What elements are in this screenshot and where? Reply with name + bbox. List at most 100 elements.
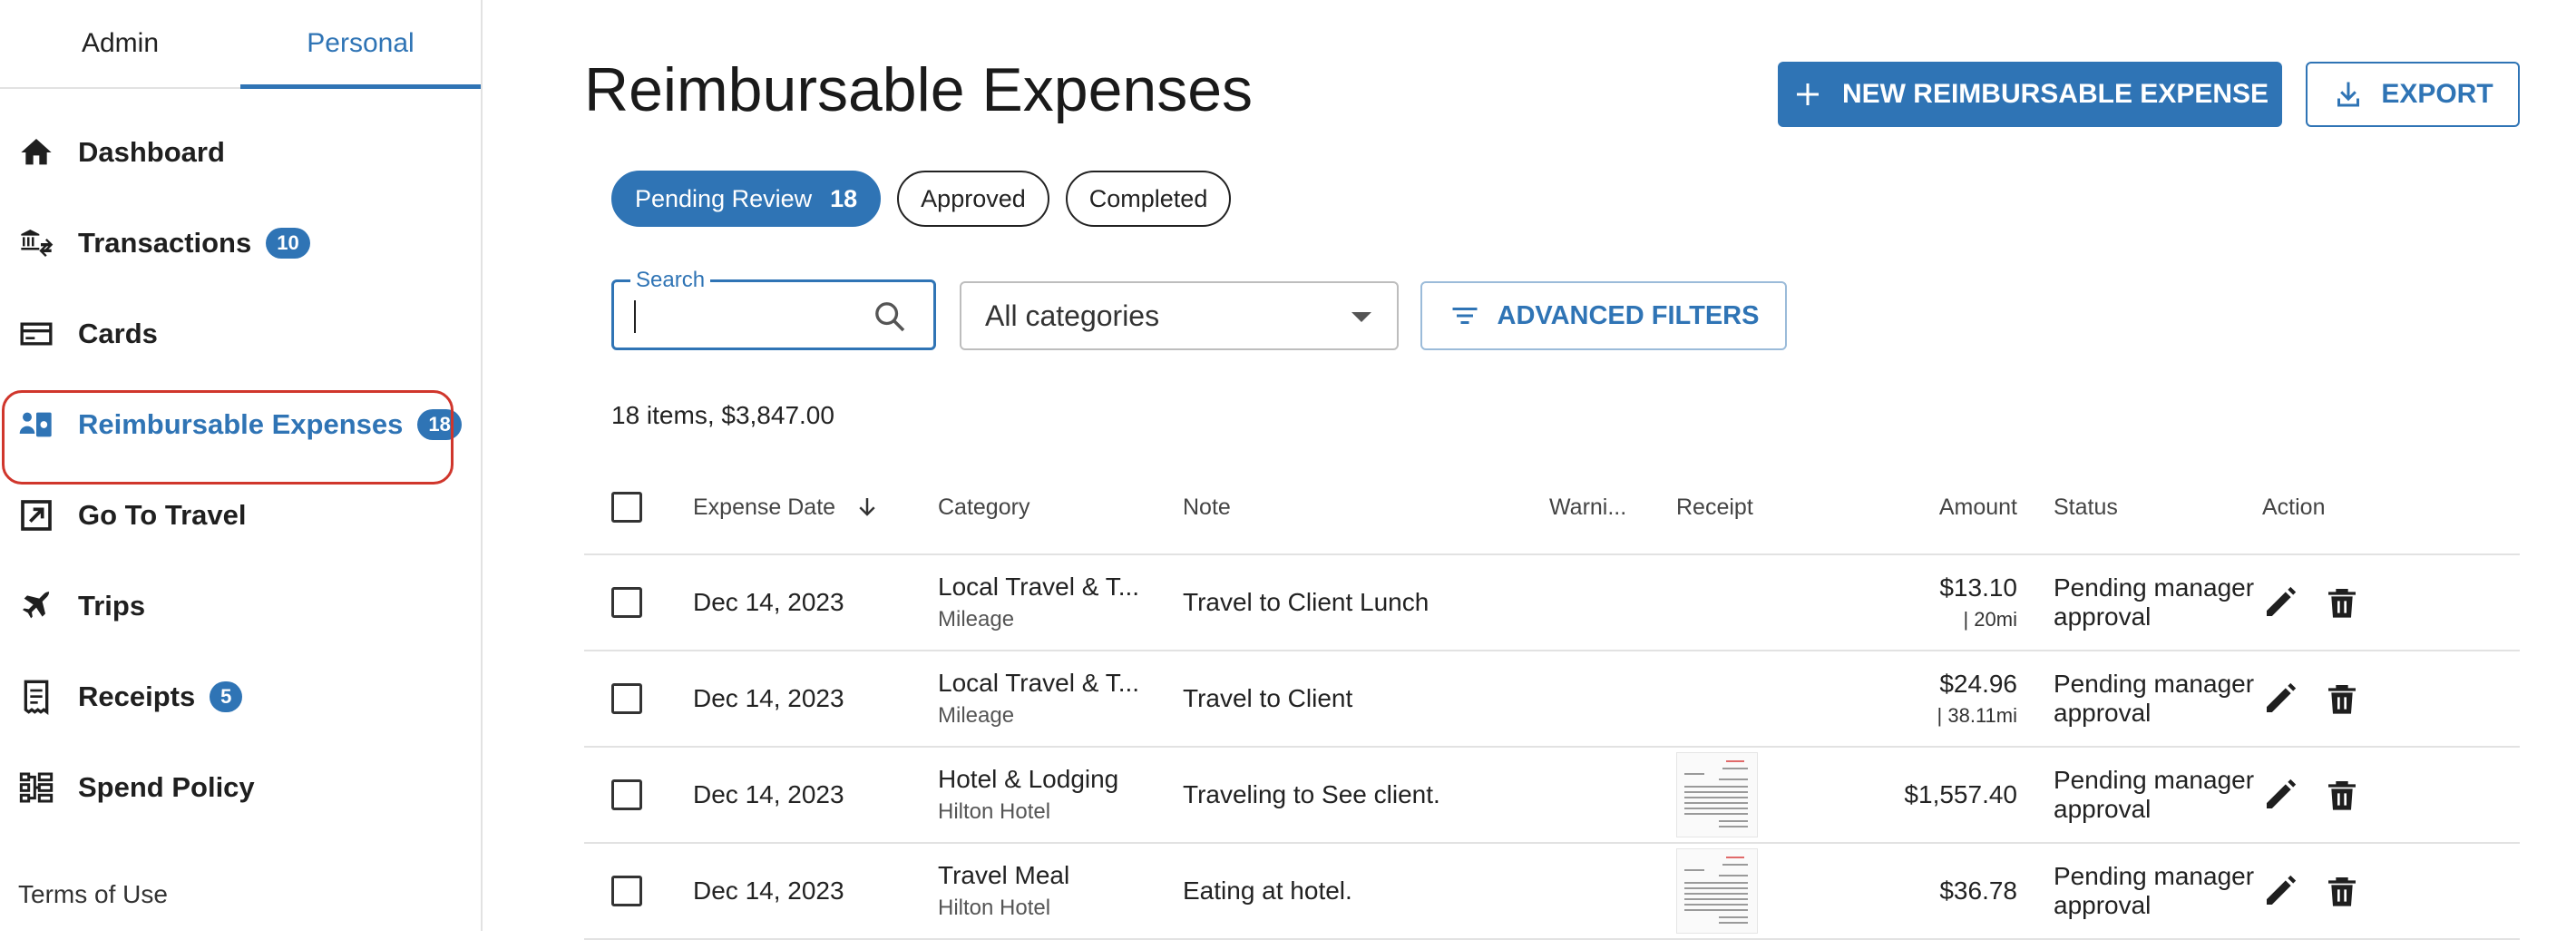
- home-icon: [18, 134, 54, 171]
- amount-value: $1,557.40: [1904, 780, 2017, 808]
- trash-icon[interactable]: [2324, 681, 2360, 717]
- arrow-down-icon[interactable]: [854, 494, 881, 521]
- mileage-value: | 38.11mi: [1937, 704, 2017, 727]
- sidebar-item-label: Transactions: [78, 227, 252, 259]
- policy-icon: [18, 769, 54, 806]
- tab-admin[interactable]: Admin: [0, 0, 240, 87]
- row-category: Hotel & Lodging Hilton Hotel: [938, 765, 1183, 825]
- category-select[interactable]: All categories: [960, 281, 1399, 350]
- row-select-cell: [584, 683, 693, 714]
- receipt-line: [1684, 797, 1748, 798]
- row-checkbox[interactable]: [611, 683, 642, 714]
- sidebar-item-dashboard[interactable]: Dashboard: [0, 107, 481, 198]
- terms-of-use-link[interactable]: Terms of Use: [18, 880, 168, 909]
- new-expense-label: NEW REIMBURSABLE EXPENSE: [1841, 79, 2269, 109]
- status-line: Pending manager: [2054, 766, 2255, 794]
- column-receipt[interactable]: Receipt: [1676, 494, 1821, 521]
- sidebar: Admin Personal Dashboard Transactions 10: [0, 0, 483, 931]
- column-category[interactable]: Category: [938, 494, 1183, 521]
- chip-completed[interactable]: Completed: [1065, 171, 1232, 227]
- table-row[interactable]: Dec 14, 2023 Local Travel & T... Mileage…: [584, 555, 2520, 651]
- receipt-line: [1684, 786, 1748, 788]
- sidebar-item-trips[interactable]: Trips: [0, 561, 481, 651]
- status-line: approval: [2054, 795, 2152, 823]
- status-line: Pending manager: [2054, 573, 2255, 602]
- external-link-icon: [18, 497, 54, 534]
- row-amount: $36.78: [1821, 876, 2017, 906]
- table-row[interactable]: Dec 14, 2023 Local Travel & T... Mileage…: [584, 651, 2520, 748]
- search-icon[interactable]: [872, 299, 908, 335]
- trash-icon[interactable]: [2324, 777, 2360, 813]
- row-note: Eating at hotel.: [1183, 876, 1352, 905]
- sidebar-item-receipts[interactable]: Receipts 5: [0, 651, 481, 742]
- row-receipt: [1676, 752, 1821, 837]
- sidebar-item-cards[interactable]: Cards: [0, 289, 481, 379]
- row-date: Dec 14, 2023: [693, 780, 844, 808]
- row-date: Dec 14, 2023: [693, 684, 844, 712]
- status-line: approval: [2054, 891, 2152, 919]
- sidebar-item-label: Dashboard: [78, 136, 225, 168]
- table-row[interactable]: Dec 14, 2023 Travel Meal Hilton Hotel Ea…: [584, 844, 2520, 940]
- tab-personal[interactable]: Personal: [240, 0, 481, 89]
- column-warnings[interactable]: Warni...: [1549, 494, 1676, 521]
- row-checkbox[interactable]: [611, 876, 642, 906]
- advanced-filters-button[interactable]: ADVANCED FILTERS: [1420, 281, 1787, 350]
- trash-icon[interactable]: [2324, 584, 2360, 621]
- column-amount[interactable]: Amount: [1821, 494, 2017, 521]
- receipt-thumbnail[interactable]: [1676, 848, 1758, 934]
- header-select-cell: [584, 492, 693, 523]
- sidebar-item-reimbursable-expenses[interactable]: Reimbursable Expenses 18: [0, 379, 481, 485]
- row-actions: [2262, 873, 2489, 909]
- receipt-thumbnail[interactable]: [1676, 752, 1758, 837]
- category-name: Travel Meal: [938, 861, 1070, 889]
- export-button[interactable]: EXPORT: [2306, 62, 2520, 127]
- edit-pencil-icon[interactable]: [2262, 584, 2298, 621]
- column-expense-date[interactable]: Expense Date: [693, 494, 938, 521]
- airplane-icon: [18, 588, 54, 624]
- trash-icon[interactable]: [2324, 873, 2360, 909]
- edit-pencil-icon[interactable]: [2262, 681, 2298, 717]
- column-status[interactable]: Status: [2017, 494, 2262, 521]
- sidebar-item-label: Go To Travel: [78, 499, 247, 531]
- receipt-line: [1719, 826, 1748, 827]
- sidebar-item-transactions[interactable]: Transactions 10: [0, 198, 481, 289]
- chip-approved[interactable]: Approved: [897, 171, 1049, 227]
- select-all-checkbox[interactable]: [611, 492, 642, 523]
- receipt-line: [1684, 773, 1704, 775]
- row-actions: [2262, 681, 2489, 717]
- status-line: Pending manager: [2054, 670, 2255, 698]
- category-sub: Mileage: [938, 607, 1015, 632]
- receipt-line: [1719, 875, 1748, 876]
- row-actions: [2262, 777, 2489, 813]
- sidebar-item-go-to-travel[interactable]: Go To Travel: [0, 470, 481, 561]
- edit-pencil-icon[interactable]: [2262, 873, 2298, 909]
- status-filter-chips: Pending Review 18 Approved Completed: [611, 171, 1232, 227]
- row-status: Pending manager approval: [2017, 766, 2262, 824]
- category-sub: Hilton Hotel: [938, 896, 1051, 920]
- search-input[interactable]: [632, 295, 872, 338]
- download-icon: [2337, 82, 2360, 107]
- column-action: Action: [2262, 494, 2326, 520]
- search-field: Search: [611, 268, 936, 350]
- row-status: Pending manager approval: [2017, 670, 2262, 728]
- receipt-line: [1684, 898, 1748, 900]
- row-checkbox[interactable]: [611, 779, 642, 810]
- row-amount: $1,557.40: [1821, 780, 2017, 809]
- receipt-line: [1684, 887, 1748, 889]
- reimbursable-count-badge: 18: [417, 409, 462, 440]
- chevron-down-icon: [1351, 312, 1371, 322]
- column-note[interactable]: Note: [1183, 494, 1549, 521]
- sidebar-item-label: Cards: [78, 318, 158, 349]
- sidebar-item-spend-policy[interactable]: Spend Policy: [0, 742, 481, 833]
- new-reimbursable-expense-button[interactable]: NEW REIMBURSABLE EXPENSE: [1778, 62, 2282, 127]
- chip-label: Completed: [1088, 184, 1208, 212]
- receipt-icon: [18, 679, 54, 715]
- row-checkbox[interactable]: [611, 587, 642, 618]
- table-row[interactable]: Dec 14, 2023 Hotel & Lodging Hilton Hote…: [584, 748, 2520, 844]
- advanced-filters-label: ADVANCED FILTERS: [1497, 300, 1760, 330]
- status-line: Pending manager: [2054, 862, 2255, 890]
- column-label: Expense Date: [693, 494, 836, 520]
- row-receipt: [1676, 848, 1821, 934]
- edit-pencil-icon[interactable]: [2262, 777, 2298, 813]
- chip-pending-review[interactable]: Pending Review 18: [611, 171, 882, 227]
